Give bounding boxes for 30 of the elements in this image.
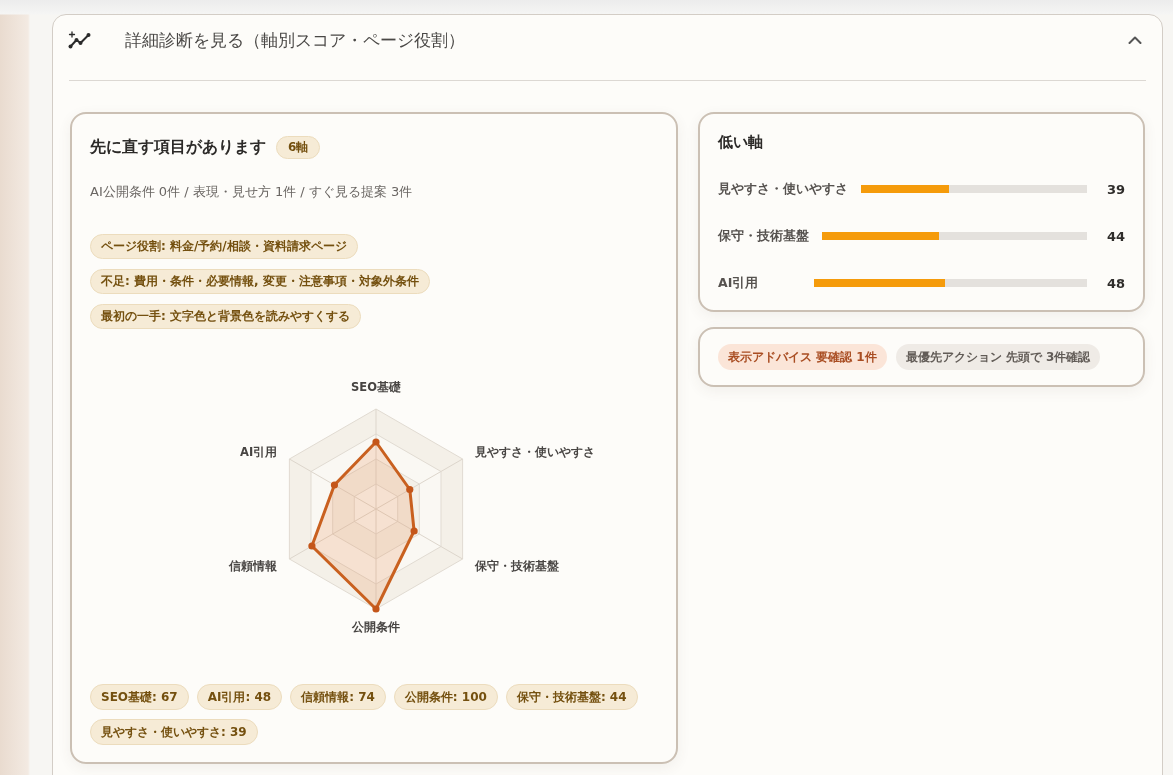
axis-name: AI引用 [718, 274, 760, 292]
summary-subtitle: AI公開条件 0件 / 表現・見せ方 1件 / すぐ見る提案 3件 [90, 183, 414, 201]
score-tag: 信頼情報: 74 [290, 684, 386, 710]
axis-label: 保守・技術基盤 [474, 559, 559, 573]
axis-score: 44 [1105, 228, 1125, 244]
summary-title: 先に直す項目があります [90, 136, 266, 158]
notice-tag: 表示アドバイス 要確認 1件 [718, 344, 887, 370]
score-tag: 公開条件: 100 [393, 684, 498, 710]
score-tag: SEO基礎: 67 [90, 684, 189, 710]
score-tag: AI引用: 48 [196, 684, 283, 710]
axis-name: 見やすさ・使いやすさ [718, 180, 848, 198]
panel-title: 詳細診断を見る（軸別スコア・ページ役割） [125, 28, 466, 52]
info-tag: ページ役割: 料金/予約/相談・資料請求ページ [90, 234, 358, 259]
axis-count-badge: 6軸 [276, 135, 321, 159]
axis-label: 信頼情報 [229, 559, 278, 573]
axis-label: SEO基礎 [351, 380, 401, 394]
axis-score: 39 [1105, 181, 1125, 197]
score-tag: 保守・技術基盤: 44 [505, 684, 638, 710]
notice-tag: 最優先アクション 先頭で 3件確認 [895, 344, 1101, 370]
axis-name: 保守・技術基盤 [718, 227, 809, 245]
chevron-up-icon [1128, 36, 1142, 44]
info-tag: 不足: 費用・条件・必要情報, 変更・注意事項・対象外条件 [90, 269, 430, 294]
axis-score: 48 [1105, 275, 1125, 291]
axis-label: 見やすさ・使いやすさ [474, 445, 595, 459]
axis-label: 公開条件 [352, 620, 400, 634]
axis-label: AI引用 [240, 445, 278, 459]
info-tag: 最初の一手: 文字色と背景色を読みやすくする [90, 304, 361, 329]
low-axes-title: 低い軸 [718, 132, 764, 152]
sparkle-trend-icon [68, 31, 92, 49]
score-tag: 見やすさ・使いやすさ: 39 [90, 719, 258, 745]
